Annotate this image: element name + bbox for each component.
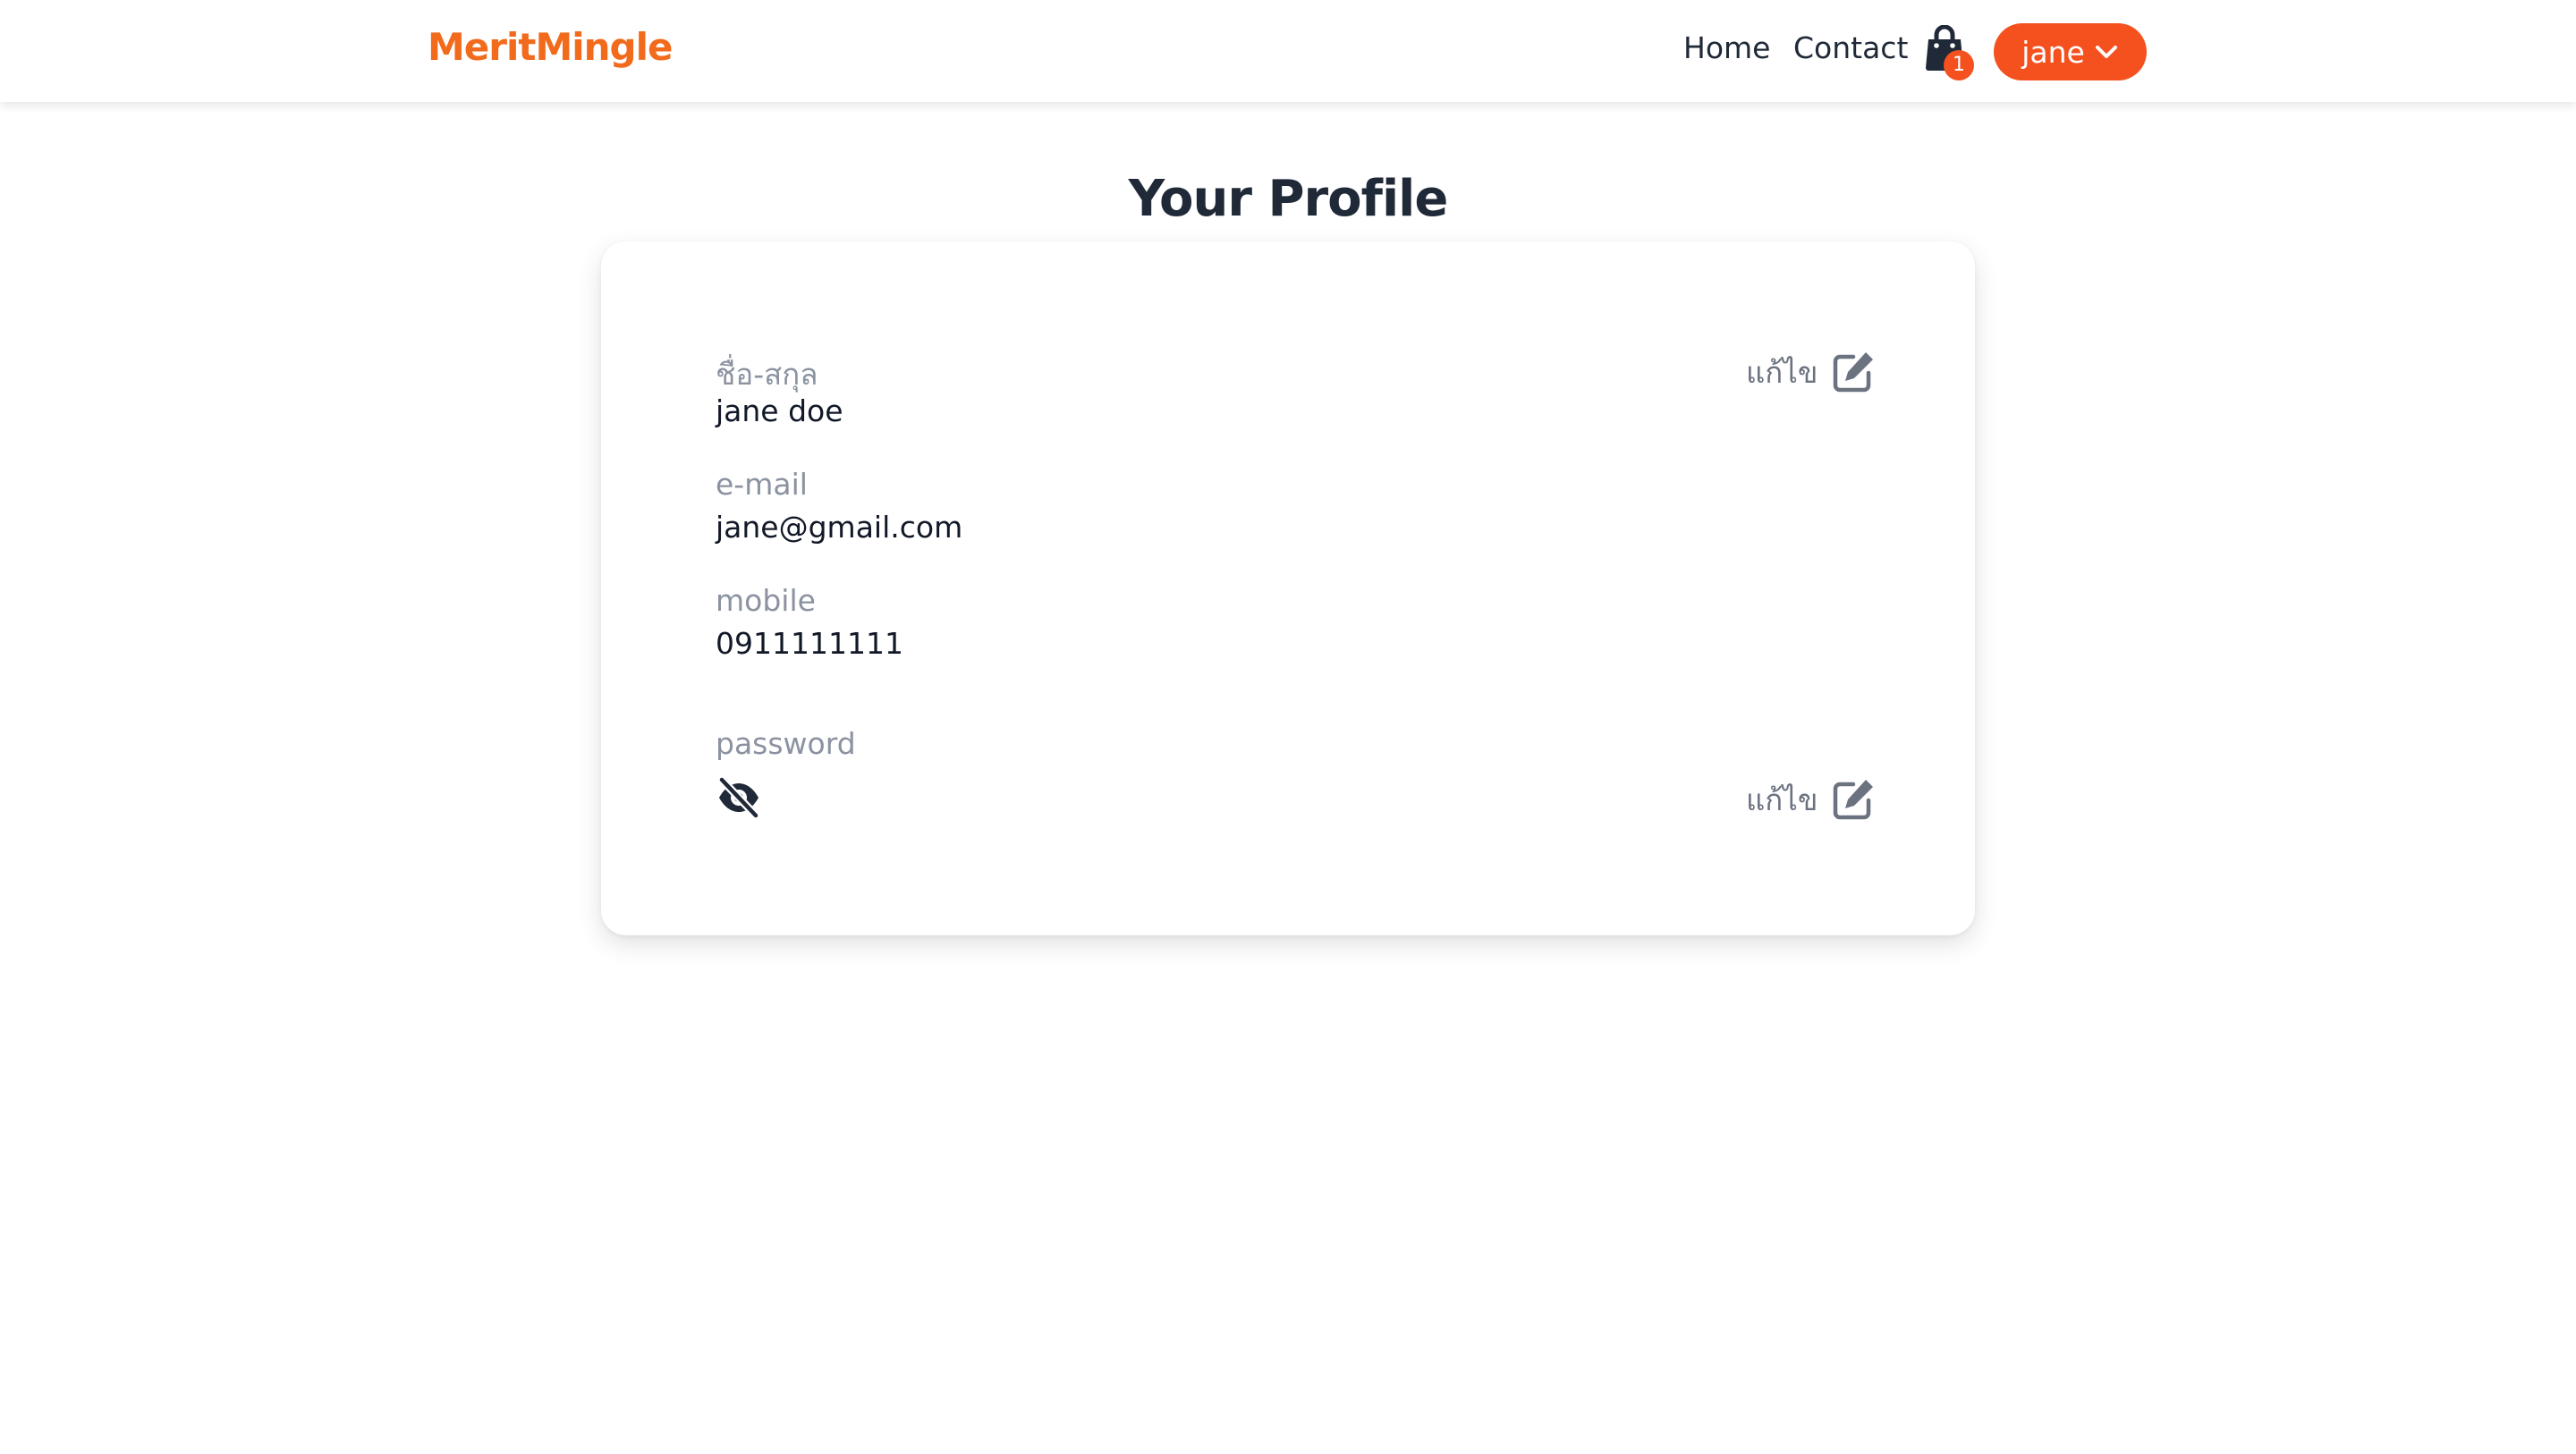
password-label: password (716, 726, 856, 761)
edit-password-label: แก้ไข (1746, 782, 1818, 817)
navbar: MeritMingle Home Contact 1 jane (0, 0, 2576, 102)
logo[interactable]: MeritMingle (428, 25, 674, 69)
email-label: e-mail (716, 467, 808, 502)
cart-count-badge: 1 (1944, 50, 1974, 80)
mobile-label: mobile (716, 583, 816, 618)
cart-button[interactable]: 1 (1924, 25, 1978, 80)
name-label: ชื่อ-สกุล (716, 357, 818, 392)
edit-icon (1834, 352, 1874, 393)
edit-profile-button[interactable]: แก้ไข (1746, 347, 1877, 397)
page-title: Your Profile (1128, 170, 1449, 228)
edit-profile-label: แก้ไข (1746, 354, 1818, 390)
user-menu-button[interactable]: jane (1994, 23, 2147, 80)
eye-off-icon[interactable] (716, 774, 762, 821)
name-value: jane doe (716, 393, 843, 428)
chevron-down-icon (2095, 46, 2117, 58)
profile-card: ชื่อ-สกุล jane doe e-mail jane@gmail.com… (601, 241, 1975, 935)
edit-icon (1834, 780, 1874, 820)
email-value: jane@gmail.com (716, 510, 963, 545)
user-menu-label: jane (2021, 34, 2085, 70)
mobile-value: 0911111111 (716, 626, 903, 661)
nav-link-contact[interactable]: Contact (1793, 30, 1908, 65)
edit-password-button[interactable]: แก้ไข (1746, 774, 1877, 824)
nav-link-home[interactable]: Home (1683, 30, 1770, 65)
